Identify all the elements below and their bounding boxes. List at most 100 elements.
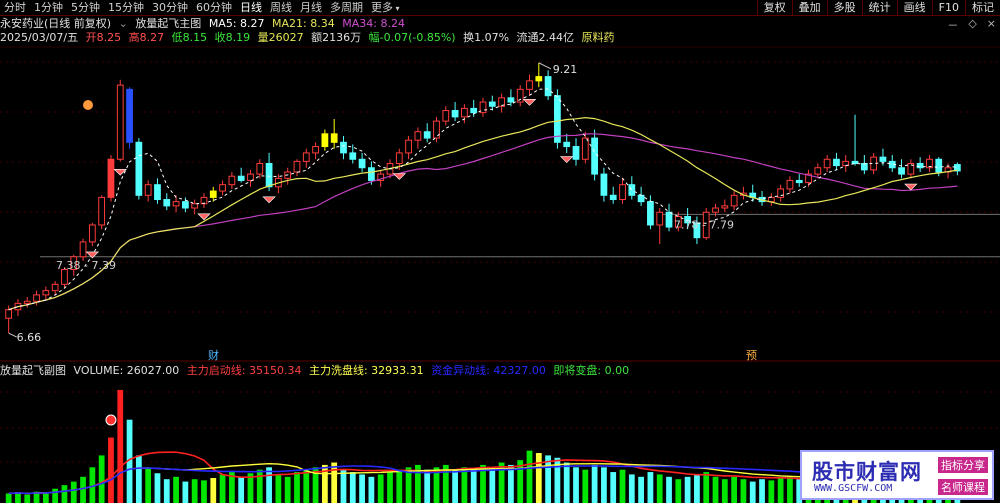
volume-bar-78: [731, 476, 738, 503]
candle-body-14: [135, 141, 143, 196]
volume-bar-66: [619, 469, 626, 503]
candle-body-13: [126, 88, 133, 143]
high-price-label: 9.21: [553, 63, 578, 76]
volume-bar-75: [703, 472, 710, 503]
volume-bar-74: [694, 474, 700, 503]
volume-bar-41: [387, 472, 393, 503]
volume-bar-81: [759, 479, 765, 503]
volume-bar-62: [582, 469, 589, 503]
candle-body-78: [730, 194, 738, 207]
sub-chart-legend: 放量起飞副图 VOLUME: 26027.00 主力启动线: 35150.34 …: [0, 364, 633, 378]
volume-bar-79: [740, 479, 747, 503]
marker-forecast: 预: [746, 349, 757, 362]
volume-bar-83: [777, 478, 784, 503]
volume-bar-1: [15, 492, 21, 503]
candle-body-43: [405, 139, 412, 154]
volume-bar-8: [80, 476, 86, 503]
volume-bar-60: [563, 462, 570, 503]
candle-body-28: [265, 163, 273, 188]
kline-chart[interactable]: 9.21 6.66 7.38 - 7.39 7.78 - 7.79 财 预: [0, 0, 1000, 503]
sub-indicator-name[interactable]: 放量起飞副图: [0, 364, 66, 377]
volume-bar-77: [721, 479, 728, 503]
candle-body-100: [935, 158, 943, 173]
site-watermark: 股市财富网 WWW.GSCFW.COM 指标分享 名师课程: [800, 450, 994, 500]
volume-bar-76: [712, 476, 719, 503]
candle-body-60: [563, 141, 571, 148]
volume-bar-82: [768, 480, 775, 503]
candle-body-35: [330, 133, 338, 143]
candle-body-18: [172, 201, 180, 207]
watermark-url: WWW.GSCFW.COM: [814, 483, 893, 494]
start-signal-icon: [105, 414, 117, 426]
volume-bar-15: [145, 467, 152, 503]
candle-body-34: [321, 133, 329, 148]
volume-bar-12: [117, 389, 124, 503]
volume-bar-0: [5, 493, 12, 503]
volume-bar-28: [266, 467, 272, 503]
volume-bar-20: [191, 479, 198, 503]
marker-financial: 财: [208, 348, 219, 362]
candle-body-38: [358, 158, 366, 169]
candle-body-88: [823, 158, 831, 169]
candle-body-11: [107, 158, 115, 198]
candle-body-56: [526, 80, 533, 90]
volume-bar-40: [377, 474, 384, 503]
candle-body-44: [414, 131, 422, 141]
volume-bar-31: [294, 472, 300, 503]
chart-grid: [0, 46, 1000, 463]
candle-body-55: [516, 88, 524, 103]
candle-body-42: [395, 152, 403, 165]
candle-body-31: [293, 160, 301, 173]
volume-bar-38: [359, 474, 365, 503]
candle-body-27: [256, 163, 264, 175]
candlesticks: [5, 62, 961, 334]
range-label-2: 7.78 - 7.79: [674, 218, 734, 231]
candle-body-87: [814, 167, 822, 175]
volume-bar-23: [219, 474, 226, 503]
volume-bar-36: [340, 469, 347, 503]
candle-body-26: [247, 173, 254, 181]
volume-bar-42: [396, 469, 403, 503]
candle-body-10: [98, 196, 106, 226]
volume-bar-84: [787, 476, 793, 503]
candle-body-63: [591, 137, 598, 175]
candle-body-71: [665, 211, 673, 228]
volume-bar-39: [368, 476, 375, 503]
candle-body-76: [712, 207, 719, 213]
volume-bar-17: [163, 479, 170, 503]
signal-gem-icon-7: [904, 183, 918, 191]
candle-body-98: [916, 163, 924, 169]
support-levels: [40, 213, 1000, 258]
low-price-label: 6.66: [17, 331, 42, 344]
candle-body-4: [42, 290, 50, 296]
volume-bar-61: [573, 467, 579, 503]
candle-body-59: [554, 95, 561, 143]
signal-gem-icon-3: [262, 196, 276, 204]
fund-anomaly-line: 资金异动线: 42327.00: [431, 364, 546, 377]
candle-body-57: [535, 76, 543, 82]
main-force-wash-line: 主力洗盘线: 32933.31: [308, 364, 424, 377]
volume-bar-56: [526, 450, 533, 503]
signal-gem-icon-4: [392, 173, 407, 180]
volume-bar-52: [489, 467, 496, 503]
volume-bar-29: [275, 474, 282, 503]
sub-volume: VOLUME: 26027.00: [73, 364, 180, 377]
candle-body-62: [581, 137, 589, 160]
volume-bar-63: [591, 464, 598, 503]
main-force-start-line: 主力启动线: 35150.34: [186, 364, 302, 377]
candle-body-24: [228, 175, 236, 186]
candle-body-68: [637, 194, 645, 203]
volume-bar-2: [24, 494, 31, 503]
volume-bar-16: [154, 473, 161, 503]
volume-bar-11: [108, 437, 114, 503]
volume-bar-67: [628, 474, 635, 503]
candle-body-32: [302, 152, 310, 162]
volume-bar-45: [424, 469, 431, 503]
candle-body-45: [423, 131, 431, 139]
volume-bar-7: [70, 481, 77, 503]
volume-bar-80: [749, 481, 756, 503]
candle-body-85: [795, 179, 803, 184]
ma34-line: [8, 133, 958, 311]
volume-bar-64: [601, 467, 607, 503]
candle-body-15: [144, 184, 152, 196]
